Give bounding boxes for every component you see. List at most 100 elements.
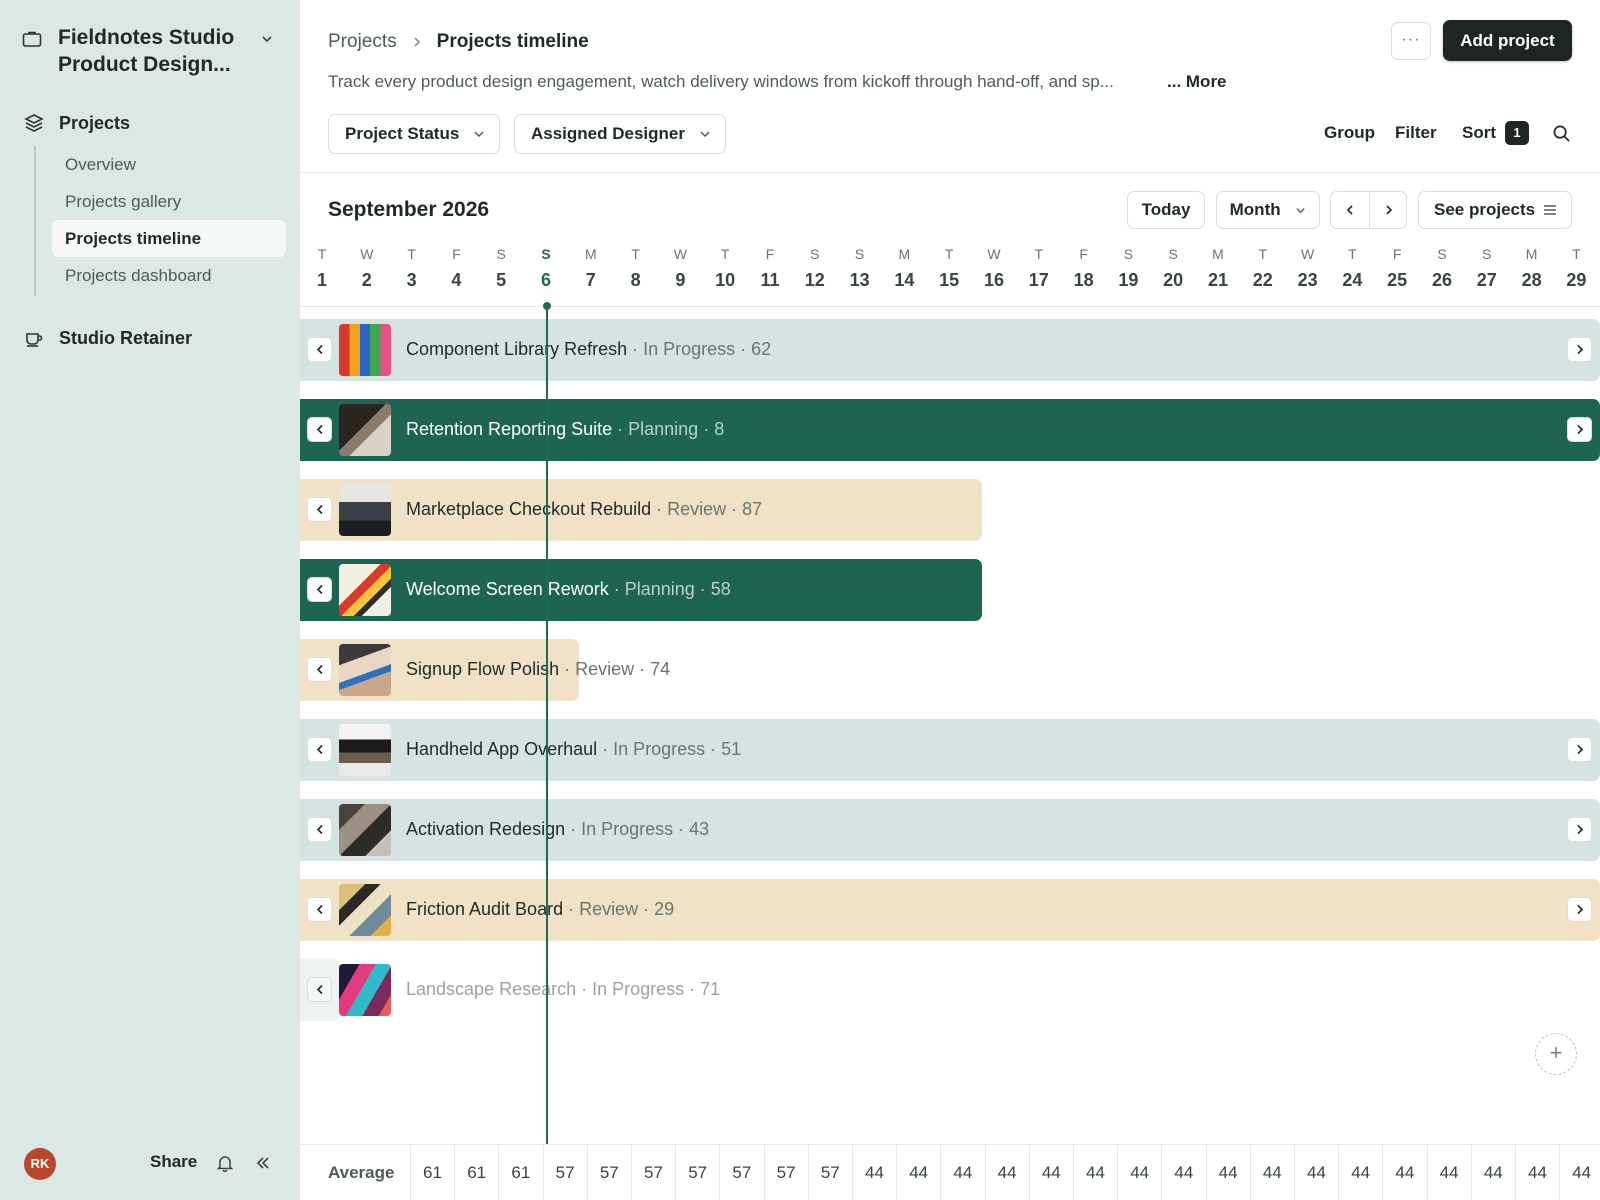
add-row-button[interactable]: + [1535,1033,1577,1075]
scroll-to-end-button[interactable] [1567,337,1592,362]
project-status-filter[interactable]: Project Status [328,114,500,154]
project-meta: · Planning · 58 [608,579,731,599]
project-label: Signup Flow Polish · Review · 74 [406,659,670,680]
day-column-header: W 16 [974,246,1014,291]
project-thumbnail [339,964,391,1016]
day-number: 29 [1566,270,1587,290]
day-column-header: S 13 [840,246,880,291]
search-icon[interactable] [1552,124,1571,143]
previous-period-button[interactable] [1331,192,1369,228]
layers-icon [24,114,44,132]
timeline-bar[interactable]: Welcome Screen Rework · Planning · 58 [300,559,982,621]
projects-subnav: Overview Projects gallery Projects timel… [34,146,286,296]
project-thumbnail [339,804,391,856]
timeline-bar[interactable]: Activation Redesign · In Progress · 43 [300,799,1600,861]
day-number: 11 [760,270,780,290]
day-number: 18 [1073,270,1094,290]
scroll-to-start-button[interactable] [307,977,332,1002]
chevron-right-icon [1386,205,1393,215]
day-number: 25 [1387,270,1408,290]
day-column-header: F4 [436,246,476,291]
assigned-designer-filter[interactable]: Assigned Designer [514,114,726,154]
sidebar-item-projects-gallery[interactable]: Projects gallery [52,183,286,220]
day-column-header: M 21 [1198,246,1238,291]
breadcrumb-root[interactable]: Projects [328,31,397,53]
view-mode-select[interactable]: Month [1216,191,1320,229]
scroll-to-start-button[interactable] [307,577,332,602]
chevron-left-icon [316,424,323,435]
average-cell: 44 [1382,1145,1426,1200]
average-cell: 61 [454,1145,498,1200]
coffee-cup-icon [26,333,43,347]
average-cell: 57 [807,1145,852,1200]
sidebar-item-overview[interactable]: Overview [52,146,286,183]
timeline-bar[interactable]: Component Library Refresh · In Progress … [300,319,1600,381]
weekday-label: T [407,246,416,262]
timeline-bar[interactable]: Signup Flow Polish · Review · 74 [300,639,670,701]
day-number: 7 [585,270,596,290]
add-project-button[interactable]: Add project [1443,20,1572,61]
day-column-header: S 26 [1422,246,1462,291]
timeline-bar[interactable]: Retention Reporting Suite · Planning · 8 [300,399,1600,461]
scroll-to-start-button[interactable] [307,657,332,682]
project-label: Landscape Research · In Progress · 71 [406,979,720,1000]
scroll-to-start-button[interactable] [307,817,332,842]
group-button[interactable]: Group [1324,123,1375,143]
scroll-to-start-button[interactable] [307,737,332,762]
page-title: Projects timeline [436,31,589,52]
workspace-switcher[interactable]: Fieldnotes Studio Product Design... [22,24,284,80]
see-projects-button[interactable]: See projects [1418,191,1572,229]
nav-group-label: Projects [59,112,131,133]
project-name: Activation Redesign [406,819,566,839]
filter-button[interactable]: Filter [1395,123,1437,143]
share-button[interactable]: Share [150,1152,197,1172]
project-label: Welcome Screen Rework · Planning · 58 [406,579,731,600]
sort-button[interactable]: Sort [1462,123,1496,143]
more-options-button[interactable]: ··· [1391,22,1431,60]
project-meta: · In Progress · 71 [576,979,721,999]
scroll-to-start-button[interactable] [307,417,332,442]
project-name: Signup Flow Polish [406,659,560,679]
today-marker-line [546,306,548,1144]
collapse-sidebar-icon[interactable] [254,1154,272,1172]
scroll-to-end-button[interactable] [1567,417,1592,442]
chevron-down-icon[interactable] [260,32,274,46]
project-meta: · Review · 87 [651,499,763,519]
average-cell: 44 [1426,1145,1471,1200]
average-cell: 57 [763,1145,808,1200]
chevron-right-icon [1577,424,1584,435]
average-cell: 44 [1470,1145,1515,1200]
timeline-bar[interactable]: Friction Audit Board · Review · 29 [300,879,1600,941]
day-column-header: S 19 [1108,246,1148,291]
sidebar-item-projects-timeline[interactable]: Projects timeline [52,220,286,257]
scroll-to-start-button[interactable] [307,337,332,362]
scroll-to-end-button[interactable] [1567,897,1592,922]
filter-label: Project Status [345,124,460,143]
briefcase-icon [22,31,42,47]
nav-group-projects[interactable]: Projects [24,110,130,136]
scroll-to-start-button[interactable] [307,897,332,922]
day-column-header: F 11 [750,246,790,291]
next-period-button[interactable] [1370,192,1408,228]
scroll-to-end-button[interactable] [1567,817,1592,842]
average-cell: 44 [1515,1145,1559,1200]
today-button[interactable]: Today [1127,191,1205,229]
average-cell: 44 [1294,1145,1338,1200]
project-thumbnail [339,404,391,456]
weekday-label: M [584,246,597,262]
avatar[interactable]: RK [24,1148,56,1180]
day-number: 3 [406,270,417,290]
day-number: 24 [1342,270,1363,290]
timeline-bar[interactable]: Handheld App Overhaul · In Progress · 51 [300,719,1600,781]
timeline-bar[interactable]: Marketplace Checkout Rebuild · Review · … [300,479,982,541]
nav-group-studio-retainer[interactable]: Studio Retainer [24,325,192,351]
bell-icon[interactable] [216,1154,234,1172]
timeline-bar[interactable]: Landscape Research · In Progress · 71 [300,959,1600,1021]
scroll-to-end-button[interactable] [1567,737,1592,762]
weekday-label: M [1212,246,1224,262]
sidebar-item-projects-dashboard[interactable]: Projects dashboard [52,257,286,294]
scroll-to-start-button[interactable] [307,497,332,522]
average-cell: 44 [1249,1145,1294,1200]
day-column-header: M 28 [1512,246,1552,291]
more-link[interactable]: ... More [1167,72,1227,92]
